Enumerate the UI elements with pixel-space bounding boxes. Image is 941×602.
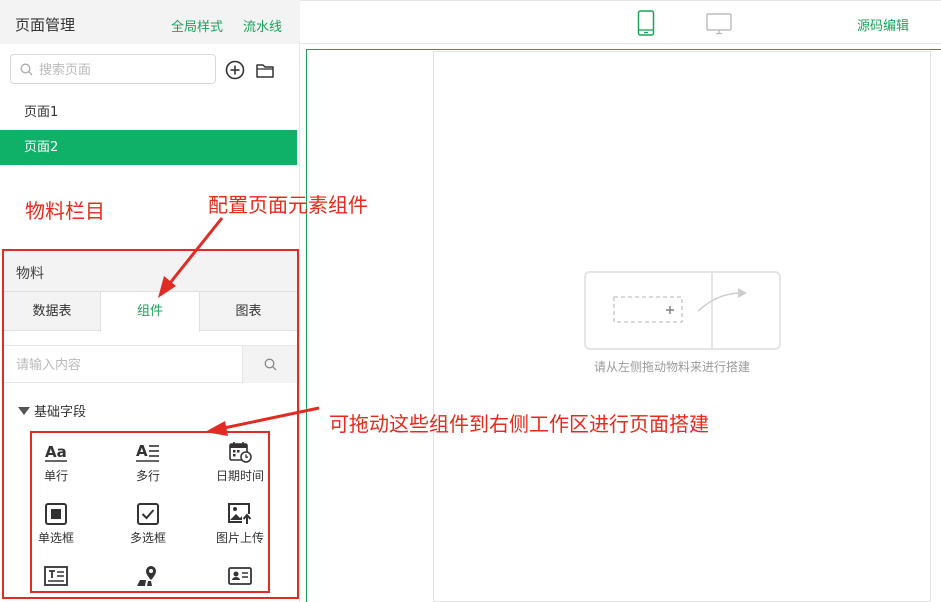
folder-icon[interactable] (254, 59, 276, 81)
desktop-icon[interactable] (706, 13, 732, 35)
multi-line-icon: A (136, 442, 159, 462)
source-edit-link[interactable]: 源码编辑 (857, 15, 909, 34)
tab-data-table[interactable]: 数据表 (4, 292, 100, 331)
materials-search (4, 345, 297, 383)
component-label: 多行 (135, 469, 160, 483)
svg-text:Aa: Aa (45, 443, 67, 461)
drag-hint-icon (613, 273, 747, 348)
component-id-card[interactable] (202, 565, 268, 591)
sidebar-header: 页面管理 全局样式 流水线 (0, 0, 300, 44)
page-list-item-2[interactable]: 页面2 (0, 130, 297, 165)
component-single-line[interactable]: Aa 单行 (32, 441, 94, 484)
component-radio[interactable]: 单选框 (32, 503, 94, 546)
text-area-icon (44, 566, 68, 586)
materials-header: 物料 (4, 251, 297, 291)
location-icon (137, 566, 156, 586)
component-label: 日期时间 (215, 469, 264, 483)
tab-charts[interactable]: 图表 (200, 292, 297, 331)
page-search-box (10, 54, 216, 84)
materials-title: 物料 (16, 266, 44, 282)
component-image-upload[interactable]: 图片上传 (202, 503, 268, 546)
svg-text:A: A (136, 442, 148, 460)
search-icon (264, 358, 277, 371)
materials-search-button[interactable] (242, 346, 297, 383)
sidebar-title: 页面管理 (15, 16, 76, 34)
empty-hint-text: 请从左侧拖动物料来进行搭建 (594, 360, 751, 374)
component-label: 单选框 (37, 531, 74, 545)
component-checkbox[interactable]: 多选框 (110, 503, 186, 546)
component-datetime[interactable]: 日期时间 (202, 441, 268, 484)
group-title-label: 基础字段 (34, 405, 87, 420)
checkbox-icon (137, 503, 159, 525)
phone-icon[interactable] (637, 10, 655, 36)
materials-search-input[interactable] (16, 355, 236, 375)
component-grid: Aa 单行 A 多行 日期时间 单选框 多选框 图片上传 (30, 431, 270, 593)
component-text-area[interactable] (32, 565, 94, 591)
radio-square-icon (45, 503, 67, 525)
group-basic-fields[interactable]: 基础字段 (18, 401, 86, 420)
add-page-icon[interactable] (224, 59, 246, 81)
component-multi-line[interactable]: A 多行 (110, 441, 186, 484)
calendar-clock-icon (229, 442, 252, 463)
tab-components[interactable]: 组件 (100, 292, 200, 332)
page-search-input[interactable] (39, 60, 209, 80)
page-list-item-1[interactable]: 页面1 (0, 95, 297, 130)
id-card-icon (228, 567, 252, 585)
empty-drop-placeholder (584, 271, 781, 350)
annotation-materials: 物料栏目 (25, 199, 105, 223)
global-style-link[interactable]: 全局样式 (171, 16, 223, 35)
single-line-icon: Aa (45, 443, 67, 462)
pipeline-link[interactable]: 流水线 (243, 16, 282, 35)
search-icon (20, 63, 33, 76)
top-toolbar: 源码编辑 (300, 0, 941, 44)
component-label: 单行 (43, 469, 68, 483)
component-location[interactable] (110, 565, 186, 591)
app-root: 页面管理 全局样式 流水线 页面1 页面2 物料 (0, 0, 941, 602)
materials-tabs: 数据表 组件 图表 (4, 291, 297, 332)
caret-down-icon (18, 407, 30, 415)
annotation-config: 配置页面元素组件 (208, 193, 368, 217)
component-label: 多选框 (129, 531, 166, 545)
component-label: 图片上传 (215, 531, 264, 545)
annotation-drag: 可拖动这些组件到右侧工作区进行页面搭建 (329, 412, 709, 436)
image-upload-icon (228, 503, 252, 525)
